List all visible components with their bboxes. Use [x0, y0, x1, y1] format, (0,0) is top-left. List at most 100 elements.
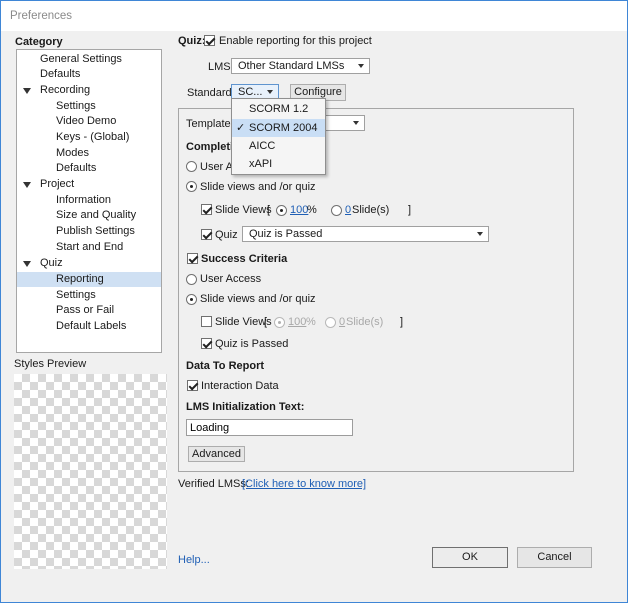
lms-init-heading: LMS Initialization Text:: [186, 401, 305, 413]
advanced-button[interactable]: Advanced: [188, 446, 245, 462]
completion-slide-views-label: Slide Views: [215, 204, 272, 216]
tree-item-label: Recording: [40, 84, 91, 96]
tree-item-label: Settings: [56, 100, 96, 112]
completion-heading: Completi: [186, 141, 234, 153]
option-label: AICC: [249, 140, 276, 152]
success-bracket-close: ]: [400, 316, 404, 328]
verified-lms-label: Verified LMSs:: [178, 478, 249, 490]
standard-option-scorm-2004[interactable]: ✓ SCORM 2004: [232, 119, 325, 137]
tree-item-label: Start and End: [56, 241, 124, 253]
tree-item-reporting[interactable]: Reporting: [17, 272, 161, 287]
interaction-data-checkbox[interactable]: [187, 380, 198, 391]
chevron-down-icon: [353, 121, 359, 125]
cancel-button[interactable]: Cancel: [517, 547, 592, 568]
standard-option-aicc[interactable]: AICC: [232, 137, 325, 155]
chevron-down-icon: [267, 90, 273, 94]
completion-bracket-close: ]: [408, 204, 412, 216]
success-slide-views-quiz-radio[interactable]: [186, 294, 197, 305]
tree-item-recording[interactable]: Recording: [17, 83, 161, 98]
success-user-access-label: User Access: [200, 273, 262, 285]
lms-label: LMS:: [208, 61, 234, 73]
completion-slide-views-checkbox[interactable]: [201, 204, 212, 215]
window-title: Preferences: [1, 1, 627, 31]
enable-reporting-label: Enable reporting for this project: [219, 35, 372, 47]
preferences-window: Preferences Category General Settings De…: [0, 0, 628, 603]
completion-quiz-select[interactable]: Quiz is Passed: [242, 226, 489, 242]
success-slides-value[interactable]: 0: [339, 316, 345, 328]
success-percent-radio[interactable]: [274, 317, 285, 328]
tree-item-label: Video Demo: [56, 115, 117, 127]
tree-item-label: Publish Settings: [56, 225, 135, 237]
standard-option-xapi[interactable]: xAPI: [232, 155, 325, 173]
completion-slide-views-quiz-label: Slide views and /or quiz: [200, 181, 316, 193]
completion-quiz-checkbox[interactable]: [201, 229, 212, 240]
help-link[interactable]: Help...: [178, 554, 210, 566]
success-slide-views-quiz-label: Slide views and /or quiz: [200, 293, 316, 305]
success-quiz-passed-checkbox[interactable]: [201, 338, 212, 349]
lms-select-value: Other Standard LMSs: [238, 60, 345, 72]
tree-item-defaults[interactable]: Defaults: [17, 67, 161, 82]
completion-quiz-select-value: Quiz is Passed: [249, 228, 323, 240]
completion-percent-value[interactable]: 100: [290, 204, 308, 216]
success-slides-radio[interactable]: [325, 317, 336, 328]
tree-item-size-quality[interactable]: Size and Quality: [17, 208, 161, 223]
completion-slides-unit: Slide(s): [352, 204, 390, 216]
tree-item-label: Defaults: [40, 68, 81, 80]
tree-item-label: Settings: [56, 289, 96, 301]
completion-percent-unit: %: [307, 204, 317, 216]
tree-item-pass-fail[interactable]: Pass or Fail: [17, 303, 161, 318]
tree-item-project[interactable]: Project: [17, 177, 161, 192]
verified-lms-link[interactable]: [Click here to know more]: [242, 478, 366, 490]
styles-preview-canvas: [14, 374, 167, 569]
category-tree[interactable]: General Settings Defaults Recording Sett…: [16, 49, 162, 353]
completion-user-access-radio[interactable]: [186, 161, 197, 172]
tree-item-label: Project: [40, 178, 75, 190]
lms-select[interactable]: Other Standard LMSs: [231, 58, 370, 74]
tree-item-label: Defaults: [56, 162, 97, 174]
completion-slide-views-quiz-radio[interactable]: [186, 181, 197, 192]
tree-item-keys-global[interactable]: Keys - (Global): [17, 130, 161, 145]
tree-item-general-settings[interactable]: General Settings: [17, 52, 161, 67]
tree-item-label: Modes: [56, 147, 90, 159]
chevron-down-icon: [358, 64, 364, 68]
tree-item-information[interactable]: Information: [17, 193, 161, 208]
tree-item-label: General Settings: [40, 53, 122, 65]
tree-item-modes[interactable]: Modes: [17, 146, 161, 161]
tree-item-quiz[interactable]: Quiz: [17, 256, 161, 271]
success-criteria-checkbox[interactable]: [187, 253, 198, 264]
tree-item-default-labels[interactable]: Default Labels: [17, 319, 161, 334]
tree-item-start-end[interactable]: Start and End: [17, 240, 161, 255]
lms-init-input[interactable]: [186, 419, 353, 436]
styles-preview-label: Styles Preview: [14, 358, 87, 370]
completion-slides-radio[interactable]: [331, 205, 342, 216]
quiz-label: Quiz:: [178, 35, 206, 47]
expand-arrow-icon[interactable]: [23, 182, 31, 188]
data-to-report-heading: Data To Report: [186, 360, 265, 372]
interaction-data-label: Interaction Data: [201, 380, 279, 392]
standard-select-value: SC...: [238, 86, 263, 98]
tree-item-label: Reporting: [56, 273, 104, 285]
option-label: SCORM 2004: [249, 122, 318, 134]
option-label: SCORM 1.2: [249, 103, 309, 115]
expand-arrow-icon[interactable]: [23, 88, 31, 94]
ok-button[interactable]: OK: [432, 547, 508, 568]
tree-item-quiz-settings[interactable]: Settings: [17, 288, 161, 303]
completion-quiz-label: Quiz: [215, 229, 238, 241]
tree-item-recording-defaults[interactable]: Defaults: [17, 161, 161, 176]
tree-item-publish-settings[interactable]: Publish Settings: [17, 224, 161, 239]
completion-percent-radio[interactable]: [276, 205, 287, 216]
enable-reporting-checkbox[interactable]: [204, 35, 215, 46]
completion-bracket-open: [: [267, 204, 271, 216]
tree-item-label: Keys - (Global): [56, 131, 130, 143]
success-user-access-radio[interactable]: [186, 274, 197, 285]
tree-item-video-demo[interactable]: Video Demo: [17, 114, 161, 129]
success-slide-views-checkbox[interactable]: [201, 316, 212, 327]
tree-item-label: Size and Quality: [56, 209, 137, 221]
expand-arrow-icon[interactable]: [23, 261, 31, 267]
standard-option-scorm-1-2[interactable]: SCORM 1.2: [232, 100, 325, 118]
tree-item-recording-settings[interactable]: Settings: [17, 99, 161, 114]
standard-dropdown-list[interactable]: SCORM 1.2 ✓ SCORM 2004 AICC xAPI: [231, 98, 326, 175]
success-percent-value[interactable]: 100: [288, 316, 306, 328]
success-bracket-open: [: [264, 316, 268, 328]
completion-slides-value[interactable]: 0: [345, 204, 351, 216]
